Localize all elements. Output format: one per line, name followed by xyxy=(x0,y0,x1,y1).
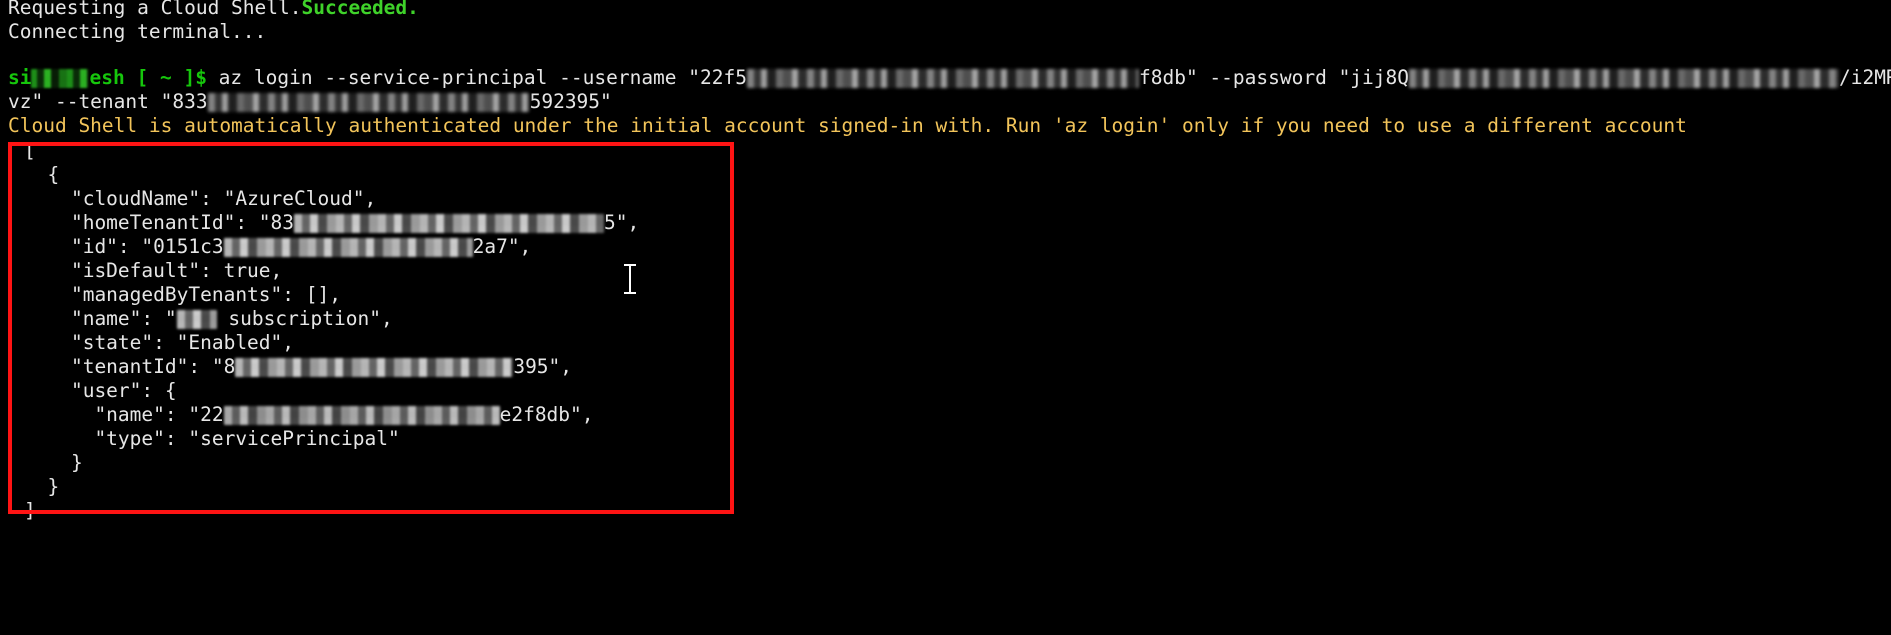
json-line-array-close: ] xyxy=(24,499,36,522)
command-line2-part2: 592395" xyxy=(529,90,612,113)
ibeam-stem xyxy=(629,266,631,292)
json-value-cloudname: "AzureCloud", xyxy=(223,187,377,210)
json-line-user-close: } xyxy=(24,451,83,474)
json-key-tenantid: "tenantId": "8 xyxy=(24,355,236,378)
json-value-id-tail: 2a7", xyxy=(472,235,532,258)
redacted-subscription-id-block xyxy=(223,238,473,257)
terminal-line-requesting: Requesting a Cloud Shell.Succeeded. xyxy=(8,0,419,20)
connecting-text: Connecting terminal... xyxy=(8,20,267,43)
json-line-user-open: "user": { xyxy=(24,379,177,402)
json-key-user-name: "name": "22 xyxy=(24,403,224,426)
cloud-shell-terminal[interactable]: Requesting a Cloud Shell.Succeeded. Conn… xyxy=(0,0,1891,635)
command-text-part2: f8db" --password "jij8Q xyxy=(1138,66,1410,89)
command-text-part1: az login --service-principal --username … xyxy=(206,66,747,89)
json-line-managedbytenants: "managedByTenants": [], xyxy=(24,283,341,306)
json-value-hometenantid-tail: 5", xyxy=(604,211,640,234)
redacted-home-tenant-id-block xyxy=(294,214,605,233)
json-key-hometenantid: "homeTenantId": "83 xyxy=(24,211,295,234)
terminal-prompt-line: si esh [ ~ ]$ az login --service-principa… xyxy=(8,66,1891,90)
json-line-name: "name": " subscription", xyxy=(24,307,393,332)
json-line-hometenantid: "homeTenantId": "83 5", xyxy=(24,211,639,236)
terminal-command-wrap-line: vz" --tenant "833 592395" xyxy=(8,90,612,114)
json-line-tenantid: "tenantId": "8 395", xyxy=(24,355,572,380)
text-cursor-ibeam xyxy=(624,264,636,294)
prompt-user-suffix: esh xyxy=(89,66,125,89)
json-line-cloudname: "cloudName": "AzureCloud", xyxy=(24,187,376,212)
json-key-id: "id": "0151c3 xyxy=(24,235,224,258)
prompt-dollar-sign: $ xyxy=(195,66,207,89)
warning-text: Cloud Shell is automatically authenticat… xyxy=(8,114,1687,137)
redacted-tenant-id-block xyxy=(207,93,530,112)
json-key-name: "name": " xyxy=(24,307,177,330)
prompt-user-prefix: si xyxy=(8,66,32,89)
json-line-open-bracket: [ xyxy=(24,139,36,162)
requesting-status: Succeeded. xyxy=(301,0,419,19)
prompt-home-symbol: ~ xyxy=(159,66,172,89)
json-key-cloudname: "cloudName": xyxy=(24,187,224,210)
terminal-line-connecting: Connecting terminal... xyxy=(8,20,266,44)
json-line-open-brace: { xyxy=(24,163,60,186)
redacted-password-block xyxy=(1409,69,1840,88)
json-value-name-tail: subscription", xyxy=(216,307,393,330)
json-line-isdefault: "isDefault": true, xyxy=(24,259,283,282)
json-line-object-close: } xyxy=(24,475,60,498)
json-line-id: "id": "0151c3 2a7", xyxy=(24,235,531,260)
json-line-state: "state": "Enabled", xyxy=(24,331,295,354)
redacted-username-block xyxy=(31,69,90,88)
redacted-user-name-block xyxy=(223,406,500,425)
redacted-app-id-block xyxy=(746,69,1139,88)
ibeam-bottom-cap xyxy=(624,292,636,294)
requesting-text: Requesting a Cloud Shell. xyxy=(8,0,302,19)
cloud-shell-auth-warning: Cloud Shell is automatically authenticat… xyxy=(8,114,1687,138)
prompt-bracket-open: [ xyxy=(124,66,160,89)
redacted-tenantid-value-block xyxy=(235,358,514,377)
prompt-bracket-close: ] xyxy=(171,66,196,89)
json-value-tenantid-tail: 395", xyxy=(513,355,573,378)
json-line-user-type: "type": "servicePrincipal" xyxy=(24,427,400,450)
json-line-user-name: "name": "22 e2f8db", xyxy=(24,403,594,428)
command-line2-part1: vz" --tenant "833 xyxy=(8,90,208,113)
command-text-part3: /i2MRvJ3a xyxy=(1839,66,1891,89)
redacted-subscription-name-block xyxy=(176,310,217,329)
json-value-user-name-tail: e2f8db", xyxy=(499,403,594,426)
